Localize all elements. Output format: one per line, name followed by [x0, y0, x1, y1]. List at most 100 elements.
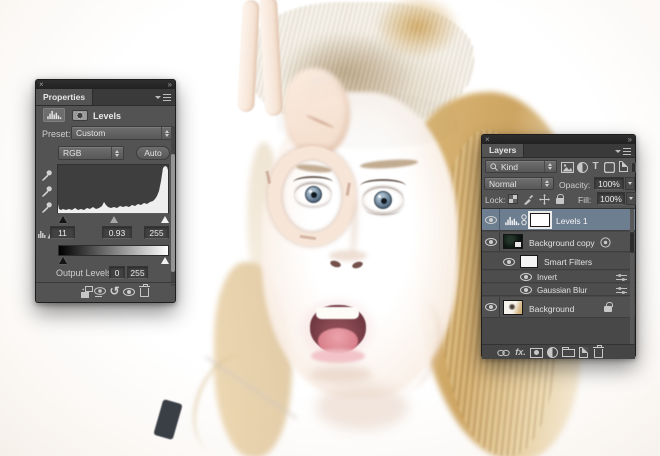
layers-tabbar: Layers [482, 144, 635, 158]
output-gradient-bar [58, 245, 169, 256]
eye-icon [485, 303, 497, 311]
layer-name: Levels 1 [556, 216, 588, 226]
photo-lashes-right [360, 179, 406, 193]
output-shadow-slider[interactable] [59, 257, 67, 264]
input-shadow-field[interactable]: 11 [50, 226, 75, 239]
layer-row-smart-filters[interactable]: Smart Filters [482, 253, 635, 270]
add-layer-mask-button[interactable] [529, 347, 544, 358]
eye-icon [503, 258, 515, 266]
filter-smart-objects-icon[interactable] [618, 160, 629, 173]
blend-mode-dropdown[interactable]: Normal [484, 177, 554, 190]
photo-lowerlash-right [366, 206, 400, 215]
filter-toggle-icon[interactable] [630, 161, 636, 173]
layer-row-background-copy[interactable]: Background copy [482, 232, 635, 252]
lock-position-move-icon[interactable] [538, 193, 551, 205]
filter-mask-thumbnail[interactable] [520, 255, 538, 268]
input-highlight-slider[interactable] [161, 216, 169, 223]
layer-visibility-toggle[interactable] [482, 209, 500, 230]
input-midtone-slider[interactable] [110, 216, 118, 223]
channel-dropdown[interactable]: RGB [58, 146, 124, 160]
input-midtone-field[interactable]: 0.93 [102, 226, 132, 239]
lock-transparency-icon[interactable] [506, 193, 519, 205]
filter-type-layers-icon[interactable]: T [590, 160, 601, 173]
output-highlight-field[interactable]: 255 [127, 266, 148, 279]
histogram [57, 164, 169, 214]
layers-scrollbar[interactable] [630, 209, 634, 345]
output-highlight-slider[interactable] [161, 257, 169, 264]
preset-dropdown[interactable]: Custom [71, 126, 174, 140]
auto-button[interactable]: Auto [136, 146, 170, 160]
filter-pixel-layers-icon[interactable] [560, 161, 574, 173]
layers-panel: × » Layers Kind T [481, 134, 636, 358]
new-adjustment-layer-button[interactable] [546, 346, 559, 359]
white-point-eyedropper-icon[interactable] [40, 200, 53, 213]
channel-value: RGB [63, 148, 108, 158]
layer-name: Background [529, 304, 574, 314]
layer-mask-thumbnail[interactable] [528, 211, 552, 229]
properties-close-icon[interactable]: × [39, 81, 44, 89]
properties-collapse-icon[interactable]: » [168, 81, 172, 89]
fill-field[interactable]: 100% [597, 192, 625, 205]
new-group-button[interactable] [561, 345, 576, 358]
trash-icon [140, 288, 149, 297]
clip-to-layer-button[interactable] [80, 285, 93, 298]
invert-blend-options-icon[interactable] [615, 273, 627, 282]
photo-hand-knuckles [284, 68, 350, 156]
output-shadow-field[interactable]: 0 [109, 266, 125, 279]
gaussian-blur-visibility-toggle[interactable] [519, 285, 533, 295]
blend-dropdown-arrows-icon [541, 178, 549, 189]
layers-collapse-icon[interactable]: » [628, 136, 632, 144]
photoshop-workspace: × » Properties Levels Preset: Custom [0, 0, 660, 456]
layer-row-gaussian-blur[interactable]: Gaussian Blur [482, 284, 635, 296]
background-lock-icon [602, 300, 614, 314]
opacity-field[interactable]: 100% [594, 177, 624, 190]
properties-scrollbar[interactable] [171, 126, 175, 286]
link-layers-button[interactable] [496, 348, 510, 357]
layer-row-levels-1[interactable]: Levels 1 [482, 209, 635, 231]
filter-shape-layers-icon[interactable] [603, 161, 616, 173]
mask-link-icon[interactable] [521, 214, 527, 226]
lock-all-icon[interactable] [553, 192, 566, 205]
filter-kind-value: Kind [501, 162, 541, 172]
black-point-eyedropper-icon[interactable] [40, 168, 53, 181]
filter-adjustment-layers-icon[interactable] [576, 161, 589, 173]
eye-icon [485, 238, 497, 246]
fill-arrow-button[interactable] [626, 192, 636, 205]
layer-thumbnail[interactable] [503, 234, 523, 249]
reset-adjustment-button[interactable]: ↺ [108, 284, 121, 298]
levels-adjustment-icon[interactable] [43, 108, 65, 122]
photo-nose-base [329, 250, 367, 261]
eye-icon [520, 286, 532, 294]
delete-adjustment-button[interactable] [138, 284, 150, 298]
properties-panel-menu-icon[interactable] [155, 94, 171, 101]
levels-adjustment-thumbnail[interactable] [504, 215, 520, 226]
tab-properties[interactable]: Properties [36, 89, 93, 105]
smart-filters-visibility-toggle[interactable] [502, 257, 516, 267]
layer-visibility-toggle[interactable] [482, 232, 500, 251]
view-previous-state-button[interactable] [93, 285, 107, 298]
opacity-arrow-button[interactable] [625, 177, 635, 190]
gaussian-blur-blend-options-icon[interactable] [615, 286, 627, 295]
input-shadow-slider[interactable] [59, 216, 67, 223]
toggle-visibility-button[interactable] [122, 286, 136, 298]
layer-row-background[interactable]: Background [482, 297, 635, 318]
smart-filter-badge-icon[interactable] [599, 236, 611, 248]
input-highlight-field[interactable]: 255 [144, 226, 169, 239]
lock-paint-brush-icon[interactable] [522, 193, 535, 205]
tab-layers[interactable]: Layers [482, 144, 524, 157]
layer-thumbnail[interactable] [503, 300, 523, 315]
mask-properties-icon[interactable] [71, 109, 88, 121]
layer-visibility-toggle[interactable] [482, 297, 500, 317]
properties-panel: × » Properties Levels Preset: Custom [35, 79, 176, 303]
layers-panel-menu-icon[interactable] [615, 148, 631, 155]
delete-layer-button[interactable] [592, 345, 604, 359]
invert-visibility-toggle[interactable] [519, 272, 533, 282]
photo-neck-shadow [316, 384, 408, 430]
gray-point-eyedropper-icon[interactable] [40, 184, 53, 197]
layer-styles-button[interactable]: fx. [513, 346, 528, 358]
layer-row-invert[interactable]: Invert [482, 271, 635, 283]
layers-close-icon[interactable]: × [485, 136, 490, 144]
filter-kind-dropdown[interactable]: Kind [485, 160, 557, 173]
adjustment-title: Levels [93, 111, 121, 121]
new-layer-button[interactable] [578, 346, 589, 359]
